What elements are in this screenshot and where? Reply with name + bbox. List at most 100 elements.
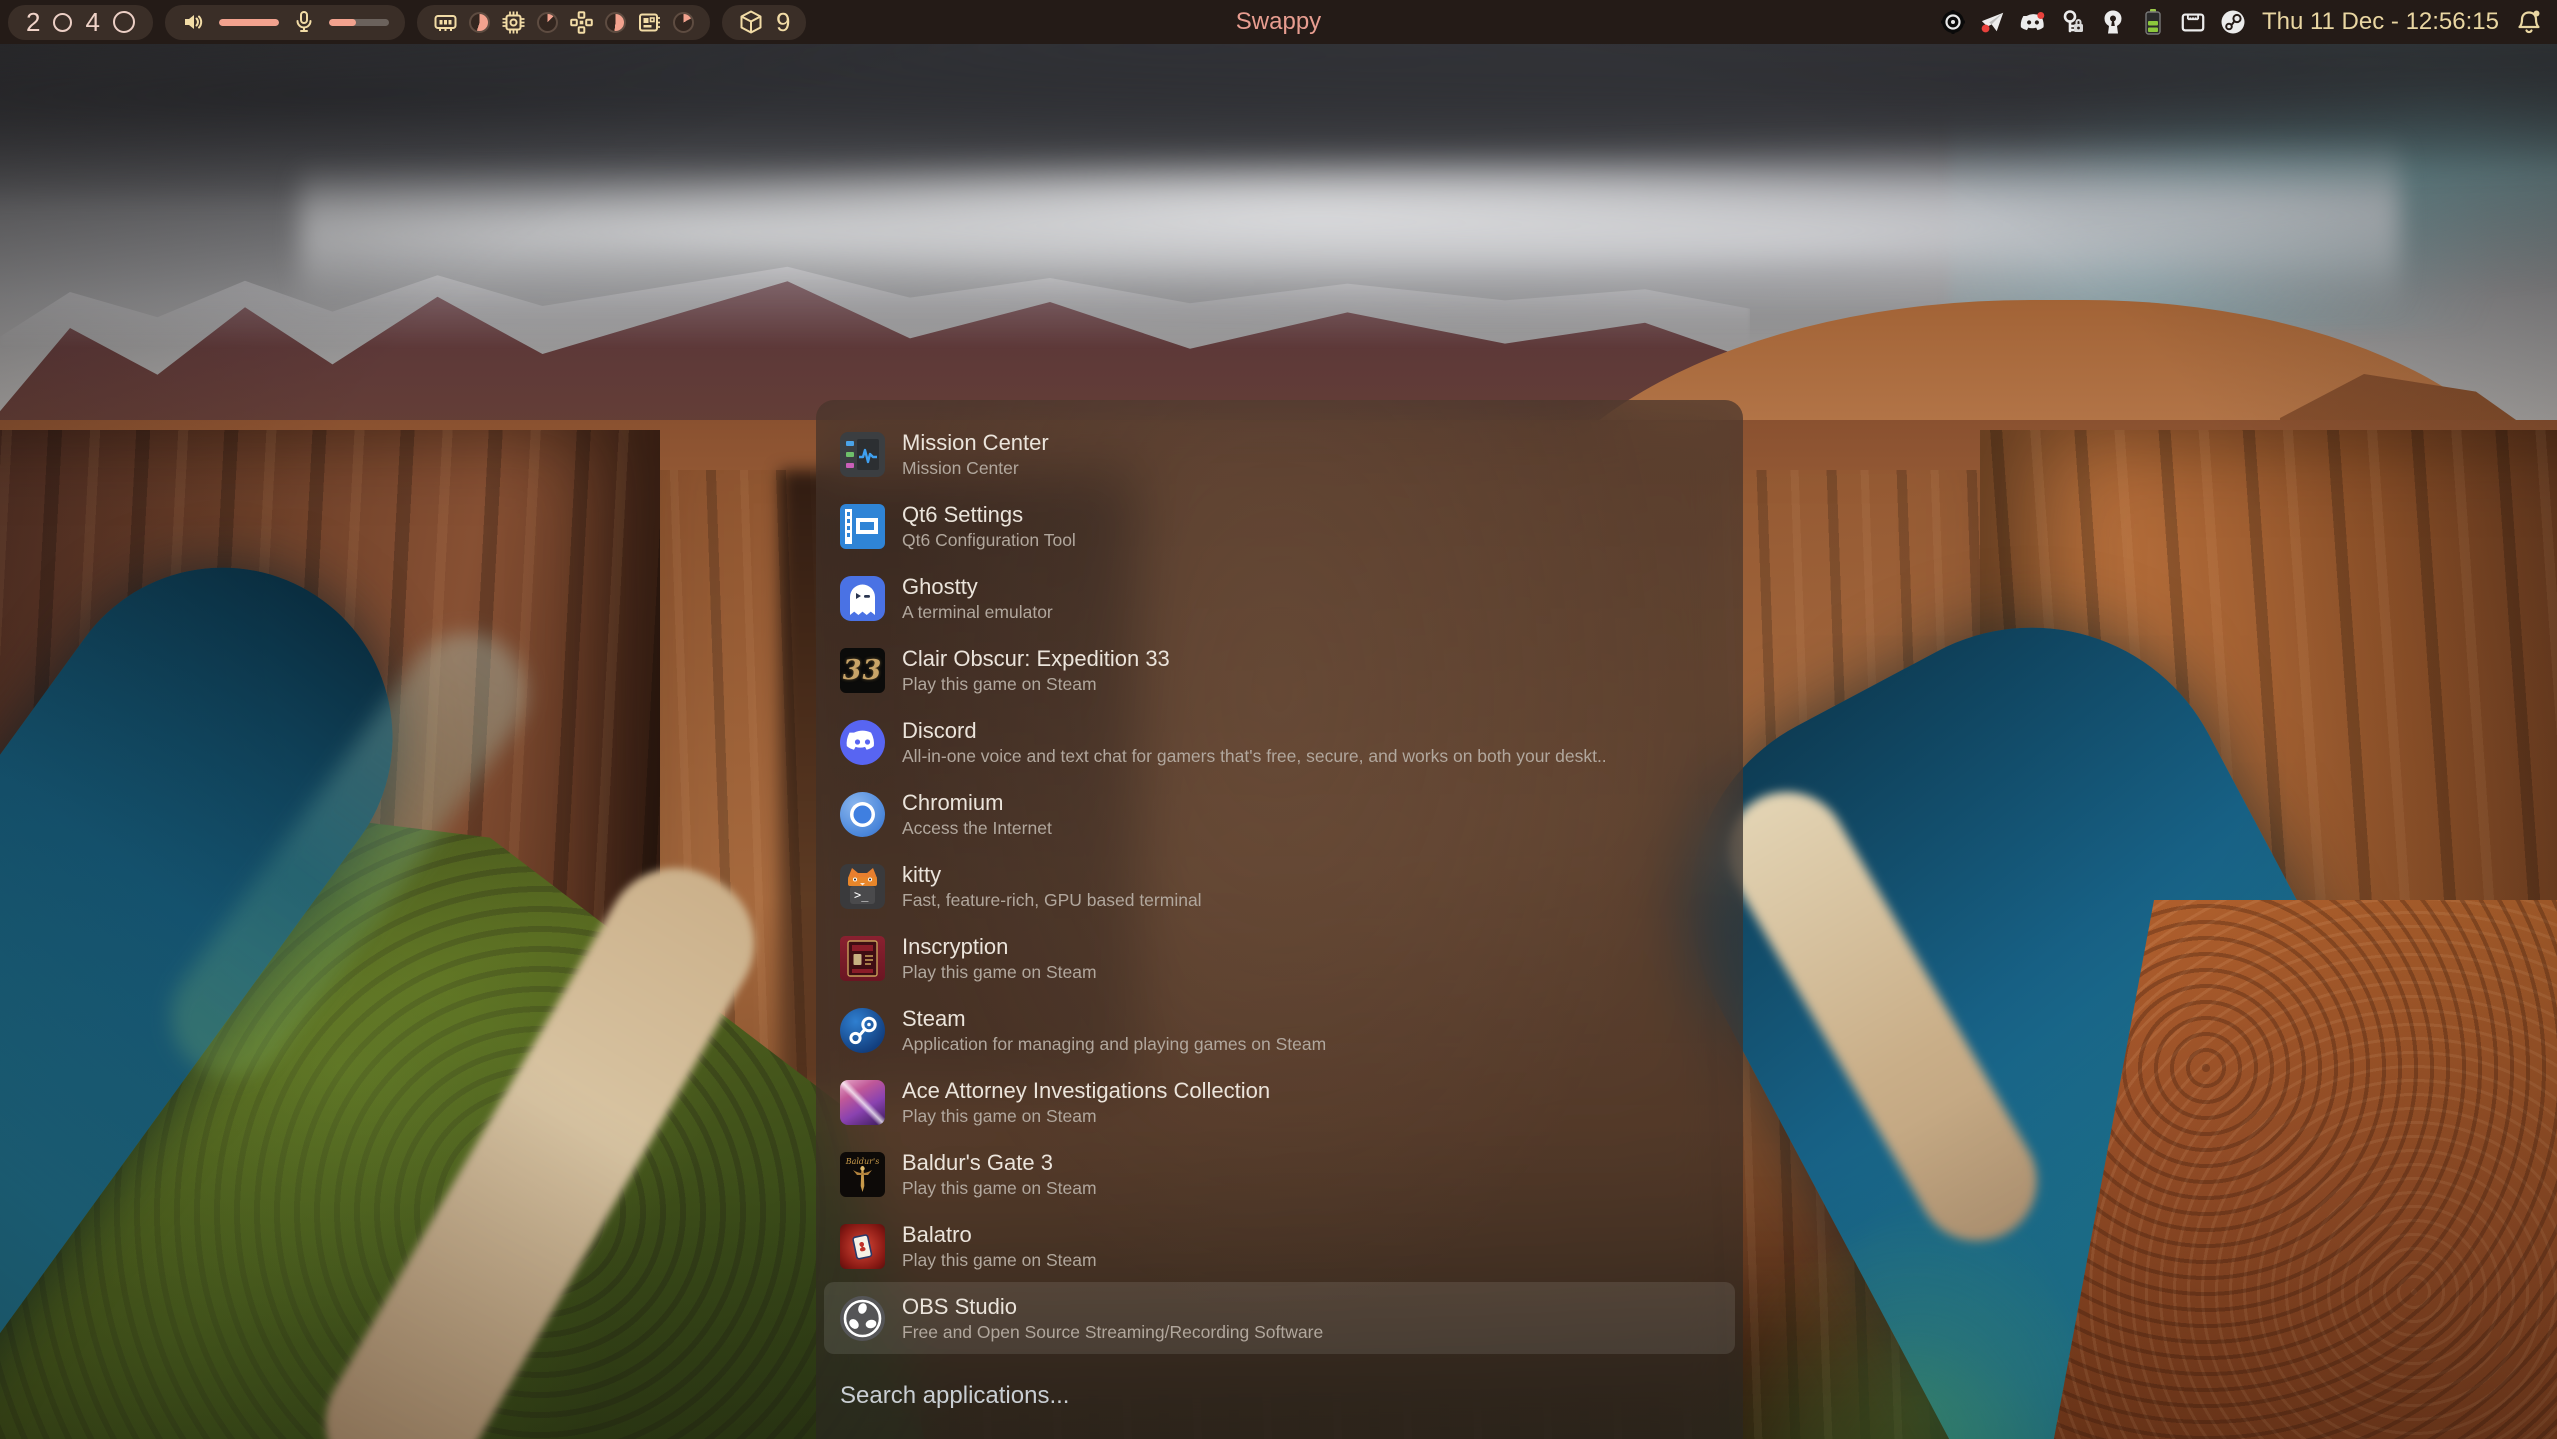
app-text: Inscryption Play this game on Steam	[902, 933, 1097, 983]
telegram-icon[interactable]	[1980, 9, 2006, 35]
balatro-icon	[840, 1224, 885, 1269]
launcher-item-mission-center[interactable]: Mission Center Mission Center	[824, 418, 1735, 490]
desktop: 2 4	[0, 0, 2557, 1439]
kitty-icon: >_	[840, 864, 885, 909]
app-text: kitty Fast, feature-rich, GPU based term…	[902, 861, 1202, 911]
app-name: Baldur's Gate 3	[902, 1149, 1097, 1176]
app-name: OBS Studio	[902, 1293, 1323, 1320]
app-text: Ace Attorney Investigations Collection P…	[902, 1077, 1270, 1127]
notification-bell-icon[interactable]	[2515, 8, 2543, 36]
package-icon	[738, 9, 764, 35]
launcher-item-obs-studio[interactable]: OBS Studio Free and Open Source Streamin…	[824, 1282, 1735, 1354]
app-text: Discord All-in-one voice and text chat f…	[902, 717, 1607, 767]
audio-module	[165, 5, 405, 40]
app-description: Play this game on Steam	[902, 673, 1170, 695]
system-monitor-module	[417, 5, 710, 40]
launcher-item-steam[interactable]: Steam Application for managing and playi…	[824, 994, 1735, 1066]
discord-tray-icon[interactable]	[2020, 9, 2046, 35]
search-input[interactable]	[840, 1376, 1719, 1416]
app-name: Mission Center	[902, 429, 1049, 456]
app-description: Mission Center	[902, 457, 1049, 479]
workspace-empty-circle[interactable]	[53, 13, 72, 32]
launcher-item-chromium[interactable]: Chromium Access the Internet	[824, 778, 1735, 850]
launcher-item-clair-obscur[interactable]: 33 Clair Obscur: Expedition 33 Play this…	[824, 634, 1735, 706]
updates-count: 9	[776, 7, 790, 38]
app-text: Steam Application for managing and playi…	[902, 1005, 1326, 1055]
inscryption-icon	[840, 936, 885, 981]
workspace-2[interactable]: 2	[26, 5, 40, 40]
launcher-item-inscryption[interactable]: Inscryption Play this game on Steam	[824, 922, 1735, 994]
svg-text:Baldur's: Baldur's	[845, 1157, 880, 1166]
focused-window-title: Swappy	[1236, 8, 1321, 35]
network-icon[interactable]	[2180, 9, 2206, 35]
steam-tray-icon[interactable]	[2220, 9, 2246, 35]
app-description: All-in-one voice and text chat for gamer…	[902, 745, 1607, 767]
speaker-icon	[181, 10, 205, 34]
app-description: Access the Internet	[902, 817, 1052, 839]
workspace-indicator[interactable]: 2 4	[8, 5, 153, 40]
workspace-empty-circle[interactable]	[113, 11, 135, 33]
app-list: Mission Center Mission Center Qt6 Settin…	[816, 400, 1743, 1354]
app-name: Clair Obscur: Expedition 33	[902, 645, 1170, 672]
chromium-icon	[840, 792, 885, 837]
keyring-icon[interactable]	[2100, 9, 2126, 35]
ghostty-icon	[840, 576, 885, 621]
app-launcher: Mission Center Mission Center Qt6 Settin…	[816, 400, 1743, 1439]
app-text: Mission Center Mission Center	[902, 429, 1049, 479]
app-description: Play this game on Steam	[902, 1105, 1270, 1127]
app-name: Balatro	[902, 1221, 1097, 1248]
volume-slider[interactable]	[219, 19, 279, 26]
steelseries-icon[interactable]	[1940, 9, 1966, 35]
launcher-item-discord[interactable]: Discord All-in-one voice and text chat f…	[824, 706, 1735, 778]
workspace-4[interactable]: 4	[85, 5, 99, 40]
launcher-item-ace-attorney[interactable]: Ace Attorney Investigations Collection P…	[824, 1066, 1735, 1138]
app-text: Ghostty A terminal emulator	[902, 573, 1053, 623]
updates-module[interactable]: 9	[722, 5, 806, 40]
app-description: Application for managing and playing gam…	[902, 1033, 1326, 1055]
app-text: Chromium Access the Internet	[902, 789, 1052, 839]
launcher-item-baldurs-gate-3[interactable]: Baldur's Baldur's Gate 3 Play this game …	[824, 1138, 1735, 1210]
app-description: Play this game on Steam	[902, 1249, 1097, 1271]
app-description: Fast, feature-rich, GPU based terminal	[902, 889, 1202, 911]
microphone-slider-fill	[329, 19, 356, 26]
app-description: Play this game on Steam	[902, 1177, 1097, 1199]
discord-icon	[840, 720, 885, 765]
ace-attorney-icon	[840, 1080, 885, 1125]
app-description: Free and Open Source Streaming/Recording…	[902, 1321, 1323, 1343]
app-name: Ghostty	[902, 573, 1053, 600]
system-usage-gauge	[673, 12, 694, 33]
app-text: Qt6 Settings Qt6 Configuration Tool	[902, 501, 1076, 551]
app-name: Ace Attorney Investigations Collection	[902, 1077, 1270, 1104]
launcher-item-ghostty[interactable]: Ghostty A terminal emulator	[824, 562, 1735, 634]
svg-text:>_: >_	[854, 888, 869, 902]
gpu-usage-gauge	[605, 12, 626, 33]
baldurs-gate-3-icon: Baldur's	[840, 1152, 885, 1197]
memory-icon	[433, 10, 458, 35]
launcher-item-qt6-settings[interactable]: Qt6 Settings Qt6 Configuration Tool	[824, 490, 1735, 562]
system-tray	[1940, 9, 2246, 35]
steam-icon	[840, 1008, 885, 1053]
cpu-icon	[501, 10, 526, 35]
app-text: Baldur's Gate 3 Play this game on Steam	[902, 1149, 1097, 1199]
clock[interactable]: Thu 11 Dec - 12:56:15	[2262, 8, 2499, 36]
obs-studio-icon	[840, 1296, 885, 1341]
top-bar: 2 4	[0, 0, 2557, 44]
top-bar-left: 2 4	[0, 5, 806, 40]
mainboard-icon	[637, 10, 662, 35]
microphone-slider[interactable]	[329, 19, 389, 26]
key-icon[interactable]	[2060, 9, 2086, 35]
app-text: Clair Obscur: Expedition 33 Play this ga…	[902, 645, 1170, 695]
cpu-usage-gauge	[537, 12, 558, 33]
mission-center-icon	[840, 432, 885, 477]
app-description: Qt6 Configuration Tool	[902, 529, 1076, 551]
launcher-item-balatro[interactable]: Balatro Play this game on Steam	[824, 1210, 1735, 1282]
app-name: kitty	[902, 861, 1202, 888]
app-text: OBS Studio Free and Open Source Streamin…	[902, 1293, 1323, 1343]
top-bar-right: Thu 11 Dec - 12:56:15	[1940, 8, 2557, 36]
launcher-item-kitty[interactable]: >_ kitty Fast, feature-rich, GPU based t…	[824, 850, 1735, 922]
battery-icon[interactable]	[2140, 9, 2166, 35]
clair-obscur-icon: 33	[840, 648, 885, 693]
volume-slider-fill	[219, 19, 279, 26]
search-row	[816, 1376, 1743, 1416]
app-name: Steam	[902, 1005, 1326, 1032]
